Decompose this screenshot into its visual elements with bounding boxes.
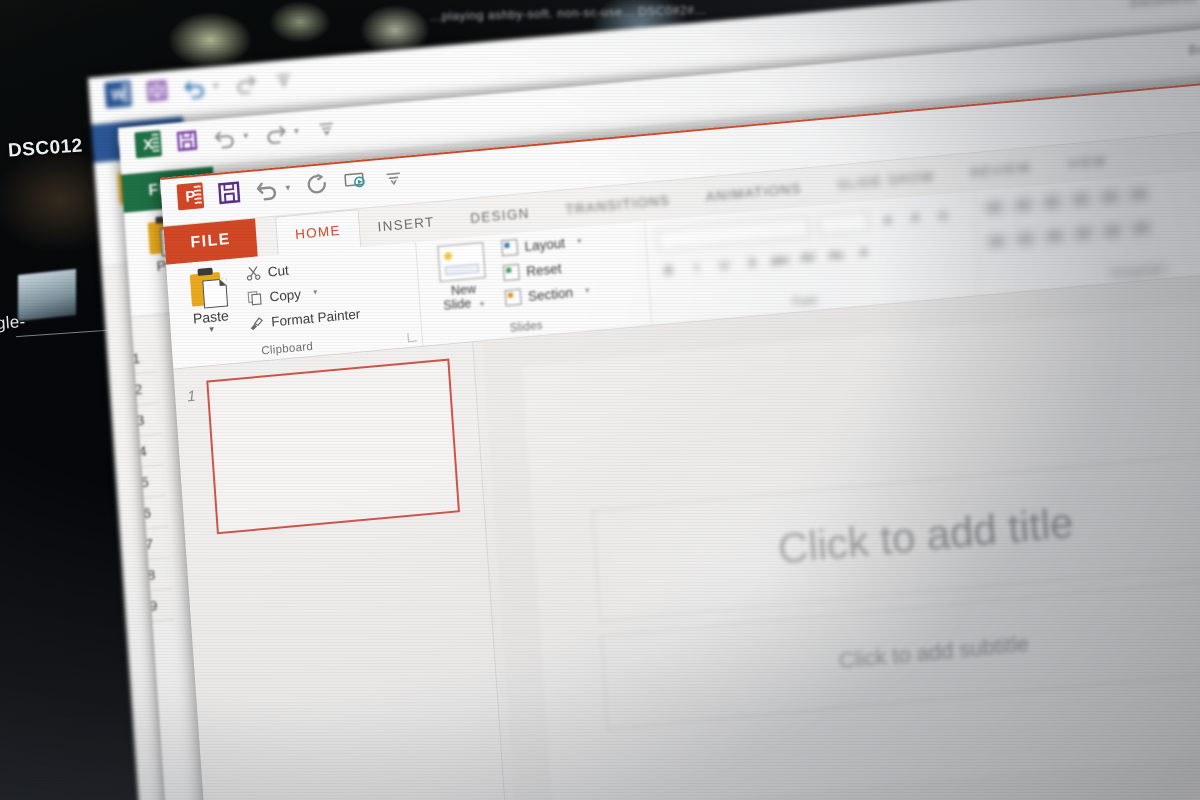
save-icon[interactable]	[216, 180, 242, 206]
layout-button[interactable]: Layout ▼	[501, 233, 588, 257]
italic-button[interactable]: I	[687, 258, 706, 278]
word-icon-lines	[121, 83, 130, 103]
word-window-title: Document1 - Word	[1130, 0, 1200, 10]
cut-button[interactable]: Cut	[244, 256, 357, 282]
excel-app-icon[interactable]: X	[134, 130, 163, 159]
clipboard-dialog-launcher-icon[interactable]	[407, 332, 417, 343]
align-left-icon[interactable]	[987, 233, 1006, 251]
undo-icon[interactable]	[254, 176, 280, 202]
align-right-icon[interactable]	[1045, 227, 1064, 245]
title-placeholder-text: Click to add title	[776, 498, 1075, 573]
new-slide-dropdown-caret[interactable]: ▼	[479, 301, 486, 309]
numbering-icon[interactable]	[1014, 196, 1033, 214]
section-icon	[504, 288, 522, 307]
save-icon[interactable]	[174, 128, 200, 154]
copy-icon	[246, 289, 263, 306]
text-direction-icon[interactable]	[1129, 186, 1148, 204]
layout-label: Layout	[524, 235, 566, 254]
section-button[interactable]: Section ▼	[504, 282, 592, 307]
start-slideshow-icon[interactable]	[343, 168, 369, 194]
customize-qat-icon[interactable]	[271, 66, 297, 92]
undo-dropdown-caret[interactable]: ▼	[242, 131, 251, 141]
section-label: Section	[527, 284, 574, 304]
slides-group[interactable]: New Slide ▼ Layout ▼ Reset Section ▼ Sli…	[415, 221, 653, 346]
new-slide-label-line2: Slide	[442, 296, 472, 314]
excel-icon-grid	[151, 133, 160, 153]
redo-dropdown-caret[interactable]: ▼	[292, 126, 301, 136]
copy-label: Copy	[268, 286, 302, 305]
bullets-icon[interactable]	[985, 199, 1004, 217]
clipboard-icon	[187, 265, 230, 309]
undo-dropdown-caret[interactable]: ▼	[284, 183, 293, 193]
undo-icon[interactable]	[212, 124, 238, 150]
excel-window-title: Book1 - Excel	[1188, 36, 1200, 58]
layout-icon	[501, 238, 519, 257]
reset-button[interactable]: Reset	[502, 257, 590, 282]
bold-button[interactable]: B	[659, 260, 678, 280]
cut-label: Cut	[267, 262, 290, 280]
font-color-button[interactable]: A	[854, 243, 873, 263]
scissors-icon	[244, 264, 261, 281]
slide-thumbnail-pane[interactable]: 1	[173, 342, 510, 800]
layout-dropdown-caret[interactable]: ▼	[576, 237, 583, 245]
powerpoint-window[interactable]: P ▼ Presentati	[160, 70, 1200, 800]
customize-qat-icon[interactable]	[381, 165, 407, 191]
change-case-button[interactable]: Aa	[826, 245, 845, 265]
font-size-box[interactable]	[818, 210, 870, 237]
word-app-icon[interactable]: W	[104, 80, 133, 109]
underline-button[interactable]: U	[715, 255, 734, 275]
reset-label: Reset	[525, 260, 562, 279]
redo-icon[interactable]	[263, 120, 289, 146]
reset-icon	[502, 263, 520, 282]
character-spacing-button[interactable]: AV	[798, 248, 817, 268]
powerpoint-app-icon[interactable]: P	[176, 182, 205, 211]
undo-dropdown-caret[interactable]: ▼	[212, 81, 221, 91]
align-center-icon[interactable]	[1016, 230, 1035, 248]
decrease-indent-icon[interactable]	[1043, 193, 1061, 211]
wallpaper-object	[18, 268, 76, 322]
paste-button[interactable]: Paste ▼	[176, 264, 242, 336]
copy-dropdown-caret[interactable]: ▼	[312, 289, 319, 297]
slide-editing-stage[interactable]: Click to add title Click to add subtitle	[482, 261, 1200, 800]
subtitle-placeholder-text: Click to add subtitle	[837, 631, 1030, 674]
new-slide-label-line1: New	[450, 281, 477, 299]
powerpoint-icon-lines	[193, 185, 202, 205]
increase-indent-icon[interactable]	[1072, 191, 1090, 209]
slide-thumbnail-1[interactable]	[206, 358, 460, 535]
font-name-box[interactable]	[656, 216, 810, 252]
redo-icon[interactable]	[305, 172, 331, 198]
slide-canvas[interactable]: Click to add title Click to add subtitle	[521, 295, 1200, 800]
columns-icon[interactable]	[1103, 222, 1122, 240]
customize-qat-icon[interactable]	[314, 115, 340, 141]
redo-icon[interactable]	[233, 70, 259, 96]
text-shadow-button[interactable]: S	[743, 253, 762, 273]
convert-smartart-icon[interactable]	[1132, 220, 1150, 238]
line-spacing-icon[interactable]	[1101, 188, 1119, 206]
screen-photo: ...playing ashby-soft. non-sc-use... DSC…	[0, 0, 1200, 800]
desktop-file-label-gle[interactable]: gle-	[0, 312, 26, 334]
format-painter-label: Format Painter	[270, 305, 361, 329]
paintbrush-icon	[248, 314, 265, 331]
justify-icon[interactable]	[1074, 225, 1093, 243]
save-icon[interactable]	[144, 78, 170, 104]
undo-icon[interactable]	[182, 74, 208, 100]
section-dropdown-caret[interactable]: ▼	[584, 287, 591, 295]
decrease-font-size-icon[interactable]: A	[906, 207, 925, 227]
copy-button[interactable]: Copy ▼	[246, 280, 359, 306]
slide-thumbnail-number: 1	[186, 387, 197, 406]
strikethrough-button[interactable]: abc	[770, 250, 790, 270]
increase-font-size-icon[interactable]: A	[878, 210, 897, 230]
new-slide-icon	[437, 241, 486, 283]
clear-formatting-icon[interactable]: ◴	[934, 205, 953, 225]
format-painter-button[interactable]: Format Painter	[248, 305, 361, 331]
new-slide-button[interactable]: New Slide ▼	[429, 241, 495, 314]
